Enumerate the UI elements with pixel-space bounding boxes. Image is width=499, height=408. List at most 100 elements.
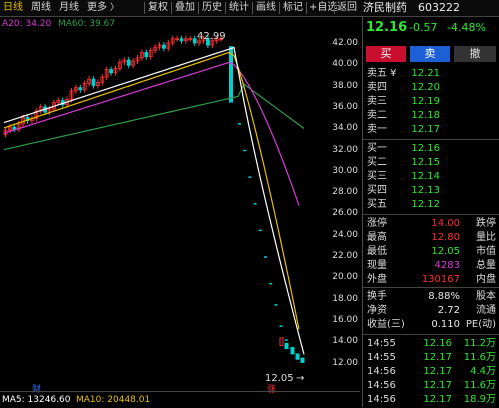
back-button[interactable]: 返回 [337,1,357,15]
tick-time: 14:56 [367,366,396,377]
overlay-button[interactable]: 叠加 [175,1,195,15]
tick-row: 14:56 12.17 18.9万 [363,393,499,407]
bid-price: 12.16 [411,143,440,154]
ask-row: 卖五 ¥ 12.21 [363,67,499,81]
ask-row: 卖二 12.18 [363,109,499,123]
ask-row: 卖一 12.17 [363,123,499,137]
tick-volume: 11.6万 [463,380,496,391]
stat-value: 12.05 [431,246,460,257]
candle-body [179,38,184,42]
stat-label-2: 流通 [476,305,496,316]
candle-body [78,87,83,91]
bid-row: 买三 12.14 [363,170,499,184]
tick-price: 12.17 [423,394,452,405]
toolbar-divider [225,2,226,14]
stat-row: 涨停 14.00 跌停 [363,217,499,231]
restore-rights-button[interactable]: 复权 [148,1,168,15]
tick-price: 12.17 [423,352,452,363]
candle-body [300,357,305,363]
tab-weekly[interactable]: 周线 [31,1,51,15]
ma5-line [3,46,305,355]
ask-price: 12.19 [411,96,440,107]
price-tick: 38.00 [332,80,358,91]
ticks-divider [363,334,499,335]
toolbar-divider [279,2,280,14]
bid-price: 12.14 [411,171,440,182]
volume-ma-bar: MA5: 13246.60 MA10: 20448.01 [0,391,360,408]
price-tick: 34.00 [332,123,358,134]
stat-row: 净资 2.72 流通 [363,304,499,318]
ma20-line [3,61,300,206]
price-tick: 12.00 [332,357,358,368]
tab-daily[interactable]: 日线 [3,1,23,15]
ask-label: 卖四 [367,82,387,93]
buy-button[interactable]: 买 [366,46,406,62]
more-arrow-icon[interactable]: 〉 [110,1,119,15]
bid-row: 买一 12.16 [363,142,499,156]
draw-line-button[interactable]: 画线 [256,1,276,15]
stat-label: 收益(三) [367,319,405,330]
stat-value: 8.88% [428,291,460,302]
candle-body [109,69,113,74]
high-price-label: 42.99 [197,31,226,42]
toolbar-divider [252,2,253,14]
tick-row: 14:55 12.17 11.6万 [363,351,499,365]
tick-price: 12.17 [423,380,452,391]
stat-label-2: 总量 [476,260,496,271]
history-button[interactable]: 历史 [202,1,222,15]
price-tick: 30.00 [332,165,358,176]
ask-row: 卖三 12.19 [363,95,499,109]
tick-time: 14:55 [367,338,396,349]
price-tick: 28.00 [332,187,358,198]
price-summary: 12.16 -0.57 -4.48% [363,20,499,36]
price-tick: 36.00 [332,101,358,112]
ask-price: 12.21 [411,68,440,79]
ask-label: 卖三 [367,96,387,107]
ma60-line [3,83,305,151]
stat-label: 换手 [367,291,387,302]
bid-price: 12.15 [411,157,440,168]
ask-label: 卖五 ¥ [367,68,397,79]
stat-label: 最高 [367,232,387,243]
bid-label: 买五 [367,199,387,210]
stat-value: 4283 [434,260,460,271]
ma10-line [3,51,300,330]
tab-more[interactable]: 更多 [87,1,107,15]
price-tick: 18.00 [332,293,358,304]
mark-button[interactable]: 标记 [283,1,303,15]
bid-label: 买三 [367,171,387,182]
sell-button[interactable]: 卖 [410,46,450,62]
stat-label-2: PE(动) [465,319,496,330]
tick-row: 14:56 12.17 11.6万 [363,379,499,393]
bid-row: 买四 12.13 [363,184,499,198]
cancel-order-button[interactable]: 撤 [454,46,496,62]
stat-row: 收益(三) 0.110 PE(动) [363,318,499,332]
stat-label: 最低 [367,246,387,257]
bid-label: 买一 [367,143,387,154]
stat-label: 涨停 [367,218,387,229]
stat-value: 0.110 [431,319,460,330]
stock-name: 济民制药 [363,1,407,14]
tab-monthly[interactable]: 月线 [59,1,79,15]
vol-ma5-label: MA5: 13246.60 [2,395,71,405]
statistics-button[interactable]: 统计 [229,1,249,15]
stat-row: 最低 12.05 市值 [363,245,499,259]
price-tick: 20.00 [332,272,358,283]
tick-time: 14:55 [367,352,396,363]
candle-body [290,347,295,355]
stat-row: 现量 4283 总量 [363,259,499,273]
tick-time: 14:56 [367,394,396,405]
tick-volume: 11.2万 [463,338,496,349]
kline-chart[interactable]: A20: 34.20 MA60: 39.67 42.99 12.05 → 财 涨… [0,16,360,395]
stat-label-2: 量比 [476,232,496,243]
stat-label-2: 跌停 [476,218,496,229]
candle-body [295,353,300,360]
chart-toolbar: 日线 周线 月线 更多 〉 复权 叠加 历史 统计 画线 标记 +自选 返回 济… [0,0,499,17]
bid-price: 12.12 [411,199,440,210]
ask-label: 卖一 [367,124,387,135]
bid-row: 买五 12.12 [363,198,499,212]
arrow-icon: → [296,373,305,384]
tick-time: 14:56 [367,380,396,391]
stat-value: 2.72 [437,305,460,316]
stat-label-2: 股本 [476,291,496,302]
